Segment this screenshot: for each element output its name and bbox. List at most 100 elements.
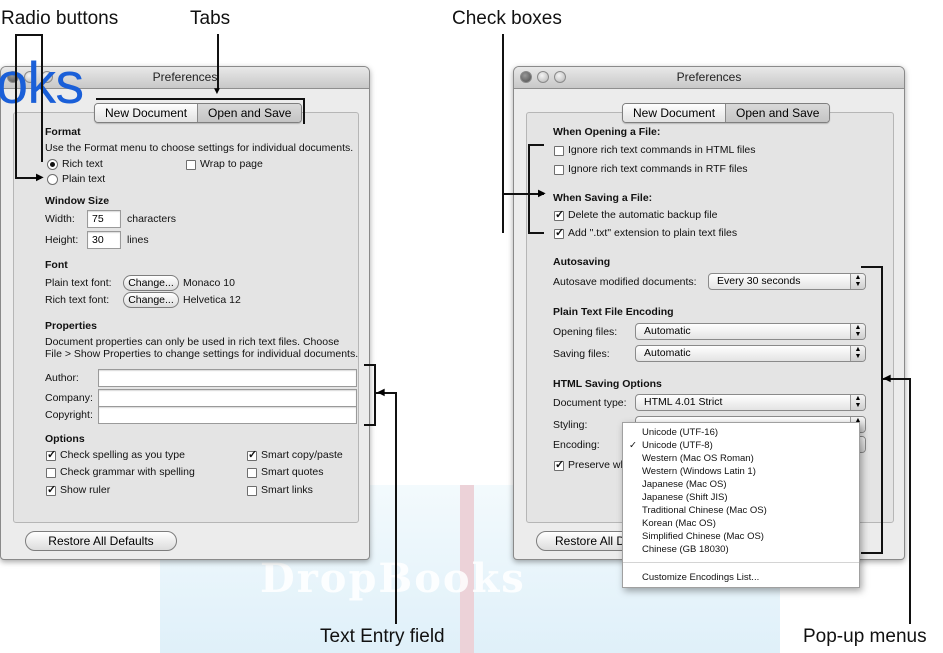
check-spelling-checkbox[interactable] [46, 448, 56, 461]
rich-font-value: Helvetica 12 [183, 294, 241, 306]
wrap-to-page-checkbox[interactable] [186, 160, 196, 170]
properties-heading: Properties [45, 320, 97, 332]
menu-item[interactable]: Western (Windows Latin 1) [623, 465, 859, 478]
encoding-label: Encoding: [553, 439, 600, 451]
opening-files-label: Opening files: [553, 326, 618, 338]
width-field[interactable]: 75 [87, 210, 121, 228]
document-type-popup[interactable]: HTML 4.01 Strict ▲ ▼ [635, 394, 866, 411]
opening-files-popup[interactable]: Automatic ▲ ▼ [635, 323, 866, 340]
watermark-text: DropBooks [260, 555, 526, 602]
wrap-to-page-label: Wrap to page [200, 158, 263, 170]
menu-item[interactable]: Unicode (UTF-16) [623, 426, 859, 439]
ignore-rtf-checkbox[interactable] [554, 165, 564, 175]
check-grammar-label: Check grammar with spelling [60, 466, 195, 478]
menu-item[interactable]: Korean (Mac OS) [623, 517, 859, 530]
preferences-window-new-document: Preferences New Document Open and Save F… [0, 66, 370, 560]
smart-links-checkbox[interactable] [247, 486, 257, 496]
ignore-rtf-label: Ignore rich text commands in RTF files [568, 163, 748, 175]
when-opening-heading: When Opening a File: [553, 126, 661, 138]
smart-links-label: Smart links [261, 484, 313, 496]
popup-arrows-icon: ▲▼ [850, 395, 865, 410]
plain-text-radio[interactable] [47, 174, 58, 185]
rich-text-radio[interactable] [47, 159, 58, 170]
saving-files-popup[interactable]: Automatic ▲ ▼ [635, 345, 866, 362]
saving-files-label: Saving files: [553, 348, 610, 360]
tab-new-document[interactable]: New Document [95, 104, 198, 122]
tab-bar: New Document Open and Save [94, 103, 303, 123]
callout-popup-menus: Pop-up menus [803, 626, 927, 647]
plain-font-value: Monaco 10 [183, 277, 235, 289]
add-txt-extension-label: Add ".txt" extension to plain text files [568, 227, 738, 239]
window-size-heading: Window Size [45, 195, 110, 207]
format-heading: Format [45, 126, 81, 138]
callout-text-entry-field: Text Entry field [320, 626, 445, 647]
customize-encodings-item[interactable]: Customize Encodings List... [623, 571, 859, 584]
menu-item[interactable]: Japanese (Mac OS) [623, 478, 859, 491]
author-field[interactable] [98, 369, 357, 387]
autosaving-heading: Autosaving [553, 256, 611, 268]
restore-defaults-label: Restore All D [555, 534, 626, 548]
smart-copy-paste-checkbox[interactable] [247, 448, 257, 461]
restore-defaults-button[interactable]: Restore All Defaults [25, 531, 177, 551]
document-type-label: Document type: [553, 397, 627, 409]
window-titlebar[interactable]: Preferences [514, 67, 904, 89]
options-heading: Options [45, 433, 85, 445]
menu-item[interactable]: Simplified Chinese (Mac OS) [623, 530, 859, 543]
smart-copy-paste-label: Smart copy/paste [261, 449, 343, 461]
when-saving-heading: When Saving a File: [553, 192, 653, 204]
callout-tabs: Tabs [190, 8, 231, 29]
width-label: Width: [45, 213, 75, 225]
height-label: Height: [45, 234, 79, 246]
plain-text-label: Plain text [62, 173, 106, 185]
ignore-html-label: Ignore rich text commands in HTML files [568, 144, 756, 156]
opening-files-value: Automatic [644, 325, 691, 337]
preserve-whitespace-label: Preserve wh [568, 459, 627, 471]
show-ruler-label: Show ruler [60, 484, 111, 496]
rich-text-label: Rich text [62, 158, 103, 170]
window-title: Preferences [676, 70, 742, 84]
copyright-label: Copyright: [45, 409, 93, 421]
copyright-field[interactable] [98, 406, 357, 424]
callout-check-boxes: Check boxes [452, 8, 562, 29]
preserve-whitespace-checkbox[interactable] [554, 458, 564, 471]
encoding-dropdown-menu: Unicode (UTF-16) ✓ Unicode (UTF-8) Wester… [622, 422, 860, 588]
check-spelling-label: Check spelling as you type [60, 449, 185, 461]
height-unit: lines [127, 234, 149, 246]
popup-arrows-icon: ▲▼ [850, 346, 865, 361]
tab-open-and-save[interactable]: Open and Save [197, 104, 302, 122]
delete-backup-label: Delete the automatic backup file [568, 209, 718, 221]
width-unit: characters [127, 213, 177, 225]
check-grammar-checkbox[interactable] [46, 468, 56, 478]
html-saving-heading: HTML Saving Options [553, 378, 662, 390]
autosave-popup[interactable]: Every 30 seconds ▲ ▼ [708, 273, 866, 290]
add-txt-extension-checkbox[interactable] [554, 226, 564, 239]
tab-open-and-save[interactable]: Open and Save [725, 104, 830, 122]
plain-font-label: Plain text font: [45, 277, 112, 289]
autosave-label: Autosave modified documents: [553, 276, 697, 288]
font-heading: Font [45, 259, 68, 271]
menu-item[interactable]: Western (Mac OS Roman) [623, 452, 859, 465]
change-plain-font-button[interactable]: Change... [123, 275, 179, 291]
properties-description-2: File > Show Properties to change setting… [45, 348, 359, 360]
change-rich-font-button[interactable]: Change... [123, 292, 179, 308]
menu-item[interactable]: Chinese (GB 18030) [623, 543, 859, 556]
delete-backup-checkbox[interactable] [554, 208, 564, 221]
ignore-html-checkbox[interactable] [554, 146, 564, 156]
tab-new-document[interactable]: New Document [623, 104, 726, 122]
menu-item-selected[interactable]: ✓ Unicode (UTF-8) [623, 439, 859, 452]
menu-item[interactable]: Traditional Chinese (Mac OS) [623, 504, 859, 517]
tab-bar: New Document Open and Save [622, 103, 831, 123]
popup-arrows-icon: ▲▼ [850, 274, 865, 289]
smart-quotes-checkbox[interactable] [247, 468, 257, 478]
format-description: Use the Format menu to choose settings f… [45, 142, 354, 154]
plain-text-encoding-heading: Plain Text File Encoding [553, 306, 674, 318]
autosave-popup-value: Every 30 seconds [717, 275, 801, 287]
company-field[interactable] [98, 389, 357, 407]
height-field[interactable]: 30 [87, 231, 121, 249]
menu-item[interactable]: Japanese (Shift JIS) [623, 491, 859, 504]
menu-separator [623, 562, 859, 563]
show-ruler-checkbox[interactable] [46, 483, 56, 496]
popup-arrows-icon: ▲▼ [850, 324, 865, 339]
company-label: Company: [45, 392, 93, 404]
properties-description-1: Document properties can only be used in … [45, 336, 340, 348]
